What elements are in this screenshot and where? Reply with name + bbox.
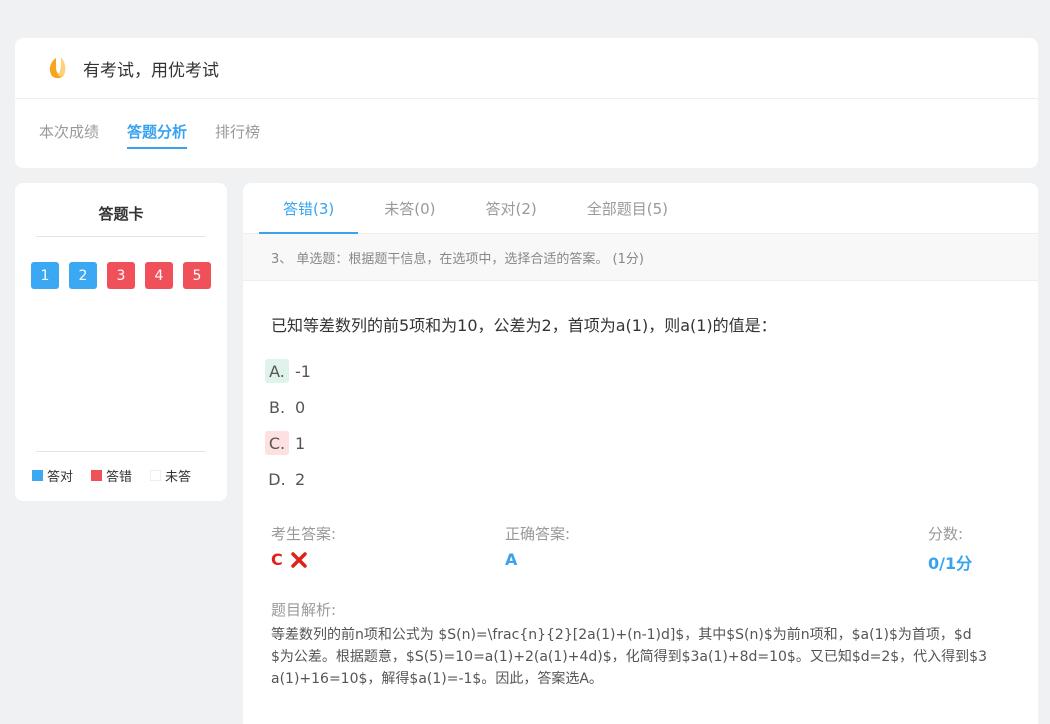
legend: 答对 答错 未答 bbox=[32, 466, 191, 485]
answer-card-title: 答题卡 bbox=[98, 205, 144, 223]
question-button-3[interactable]: 3 bbox=[107, 262, 135, 289]
answer-summary: 考生答案: C 正确答案: A 分数: 0/1分 bbox=[243, 515, 1038, 589]
correct-answer-label: 正确答案: bbox=[505, 525, 571, 543]
legend-swatch-unanswered bbox=[150, 470, 162, 481]
option-letter: C. bbox=[265, 431, 289, 455]
legend-label: 答错 bbox=[106, 470, 133, 485]
option-b[interactable]: B. 0 bbox=[265, 389, 1038, 425]
legend-wrong: 答错 bbox=[91, 466, 132, 485]
question-panel: 答错(3) 未答(0) 答对(2) 全部题目(5) 3、 单选题：根据题干信息，… bbox=[243, 183, 1038, 724]
option-text: -1 bbox=[295, 361, 311, 381]
analysis-label: 题目解析: bbox=[271, 601, 337, 619]
option-letter: D. bbox=[268, 469, 286, 489]
student-answer-value-row: C bbox=[271, 550, 336, 569]
header-card: 有考试，用优考试 本次成绩 答题分析 排行榜 bbox=[15, 38, 1038, 168]
option-a[interactable]: A. -1 bbox=[265, 353, 1038, 389]
top-tabs: 本次成绩 答题分析 排行榜 bbox=[15, 99, 1038, 167]
correct-answer-value: A bbox=[505, 550, 518, 569]
question-button-4[interactable]: 4 bbox=[145, 262, 173, 289]
answer-card: 答题卡 1 2 3 4 5 答对 答错 未答 bbox=[15, 183, 227, 501]
wrong-x-icon bbox=[291, 551, 307, 568]
logo-icon bbox=[49, 57, 66, 79]
student-answer-value: C bbox=[271, 550, 283, 569]
legend-label: 答对 bbox=[47, 470, 74, 485]
tab-analysis[interactable]: 答题分析 bbox=[127, 121, 188, 149]
option-text: 0 bbox=[295, 397, 306, 417]
question-grid: 1 2 3 4 5 bbox=[15, 237, 227, 289]
tab-correct[interactable]: 答对(2) bbox=[462, 183, 561, 233]
analysis-text: 等差数列的前n项和公式为 $S(n)=\frac{n}{2}[2a(1)+(n-… bbox=[271, 627, 987, 687]
option-c[interactable]: C. 1 bbox=[265, 425, 1038, 461]
tab-all[interactable]: 全部题目(5) bbox=[563, 183, 692, 233]
question-button-1[interactable]: 1 bbox=[31, 262, 59, 289]
divider bbox=[36, 451, 206, 452]
tab-score[interactable]: 本次成绩 bbox=[39, 121, 99, 146]
tab-unanswered[interactable]: 未答(0) bbox=[360, 183, 459, 233]
brand-title: 有考试，用优考试 bbox=[83, 60, 219, 81]
question-button-2[interactable]: 2 bbox=[69, 262, 97, 289]
option-letter: A. bbox=[265, 359, 289, 383]
filter-tabs: 答错(3) 未答(0) 答对(2) 全部题目(5) bbox=[243, 183, 1038, 234]
option-letter: B. bbox=[268, 397, 286, 417]
question-stem: 已知等差数列的前5项和为10，公差为2，首项为a(1)，则a(1)的值是： bbox=[271, 316, 777, 335]
legend-correct: 答对 bbox=[32, 466, 73, 485]
question-header: 3、 单选题：根据题干信息，在选项中，选择合适的答案。 (1分) bbox=[243, 234, 1038, 281]
correct-answer: 正确答案: A bbox=[505, 523, 570, 569]
option-text: 1 bbox=[295, 433, 306, 453]
score-label: 分数: bbox=[928, 525, 964, 543]
analysis-section: 题目解析: 等差数列的前n项和公式为 $S(n)=\frac{n}{2}[2a(… bbox=[243, 599, 1038, 690]
student-answer: 考生答案: C bbox=[271, 523, 336, 569]
score-value: 0/1分 bbox=[928, 554, 973, 573]
tab-wrong[interactable]: 答错(3) bbox=[259, 183, 359, 234]
option-d[interactable]: D. 2 bbox=[265, 461, 1038, 497]
score: 分数: 0/1分 bbox=[928, 523, 972, 574]
legend-swatch-wrong bbox=[91, 470, 103, 481]
option-list: A. -1 B. 0 C. 1 D. 2 bbox=[243, 353, 1038, 497]
legend-swatch-correct bbox=[32, 470, 43, 481]
student-answer-label: 考生答案: bbox=[271, 525, 337, 543]
legend-label: 未答 bbox=[165, 470, 192, 485]
option-text: 2 bbox=[295, 469, 306, 489]
tab-ranking[interactable]: 排行榜 bbox=[215, 121, 260, 146]
question-button-5[interactable]: 5 bbox=[183, 262, 211, 289]
brand-bar: 有考试，用优考试 bbox=[15, 38, 1038, 99]
legend-unanswered: 未答 bbox=[150, 466, 191, 485]
